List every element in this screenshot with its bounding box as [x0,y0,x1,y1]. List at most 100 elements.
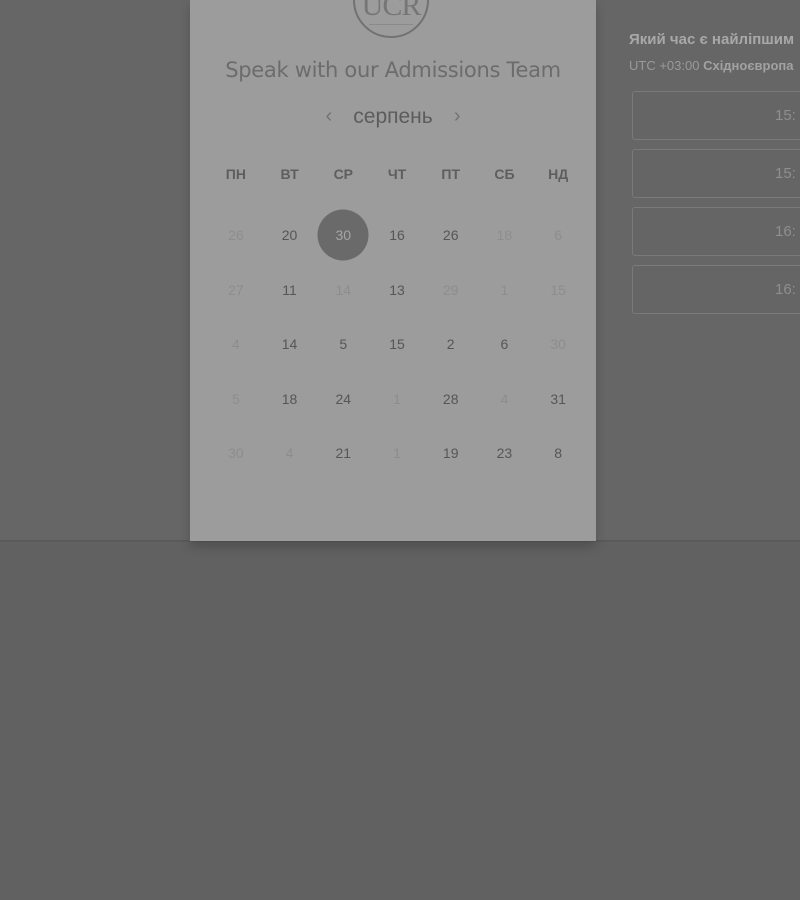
calendar-day[interactable]: 13 [370,263,424,318]
calendar-day[interactable]: 28 [424,372,478,427]
calendar-day-label: 31 [550,390,566,407]
calendar-day: 1 [370,372,424,427]
calendar-day-label: 20 [281,227,298,244]
calendar-day[interactable]: 15 [370,317,424,372]
calendar-day: 30 [531,317,585,372]
calendar-day-label: 1 [393,390,401,407]
calendar-days-grid: 26 20 30 16 26 18 6 27 11 14 13 29 1 15 4 14 5 15 2 6 30 5 18 2… [209,208,585,481]
calendar-day: 1 [478,263,532,318]
time-slot-button[interactable]: 15: [632,149,800,198]
calendar-day-label: 6 [554,227,563,244]
calendar-day[interactable]: 14 [263,317,317,372]
calendar-day[interactable]: 8 [531,426,585,481]
calendar-day-label: 8 [554,445,563,462]
weekday-sat: СБ [494,166,515,182]
calendar-day: 4 [478,372,532,427]
time-picker-title: Який час є найліпшим [629,31,795,48]
calendar-day-label: 26 [442,227,459,244]
calendar-day-label: 1 [500,281,509,298]
calendar-day-label: 5 [339,336,348,353]
weekday-thu: ЧТ [387,166,407,182]
calendar-day-label: 4 [231,336,240,353]
calendar-day-label: 5 [231,390,240,407]
time-slot-label: 16: [775,281,796,298]
calendar-day: 15 [531,263,585,318]
timezone-offset: UTC +03:00 [629,58,700,73]
calendar-day[interactable]: 18 [263,372,317,427]
calendar-day-label: 2 [446,336,455,353]
calendar-day-label: 13 [389,281,405,298]
calendar-day[interactable]: 23 [478,426,532,481]
calendar-day: 30 [209,426,263,481]
calendar-day: 18 [478,208,532,263]
weekday-mon: ПН [225,166,246,182]
calendar-day-label: 19 [442,445,459,462]
calendar-day: 27 [209,263,263,318]
calendar-day-label: 28 [442,390,459,407]
prev-month-button[interactable]: ‹ [317,105,341,129]
calendar-day: 29 [424,263,478,318]
calendar-day-label: 23 [496,445,513,462]
calendar-day: 1 [370,426,424,481]
timezone-name: Східноєвропа [703,58,794,73]
logo-text: UCR [361,0,422,22]
calendar-day-label: 30 [228,445,244,462]
calendar-day-selected[interactable]: 30 [316,208,370,263]
calendar-day-label: 18 [496,227,513,244]
month-label: серпень [353,105,433,128]
panel-title: Speak with our Admissions Team [225,58,561,82]
calendar-day-label: 14 [335,281,352,298]
calendar-day-label: 4 [500,390,509,407]
calendar-panel: UCR Speak with our Admissions Team ‹ сер… [190,0,596,541]
calendar-day: 5 [209,372,263,427]
calendar-day: 4 [263,426,317,481]
calendar-day-label: 6 [500,336,509,353]
calendar-day[interactable]: 20 [263,208,317,263]
calendar-day[interactable]: 19 [424,426,478,481]
calendar-day: 26 [209,208,263,263]
calendar-day[interactable]: 21 [316,426,370,481]
calendar-day-label: 15 [389,336,405,353]
time-slot-button[interactable]: 15: [632,91,800,140]
calendar-day-label: 26 [228,227,244,244]
weekday-sun: НД [548,166,569,182]
calendar-day-label: 1 [393,445,401,462]
calendar-day-label: 30 [550,336,566,353]
calendar-day[interactable]: 2 [424,317,478,372]
calendar-day[interactable]: 24 [316,372,370,427]
next-month-button[interactable]: › [445,105,469,129]
calendar-day[interactable]: 5 [316,317,370,372]
time-slot-label: 16: [775,223,796,240]
calendar-day[interactable]: 11 [263,263,317,318]
calendar-day: 14 [316,263,370,318]
calendar-day-label: 27 [228,281,244,298]
calendar-day-label: 11 [282,281,297,298]
calendar-day-label: 30 [335,227,352,244]
time-slot-button[interactable]: 16: [632,265,800,314]
calendar-day-label: 16 [389,227,405,244]
weekday-header: ПН ВТ СР ЧТ ПТ СБ НД [209,166,585,182]
month-navigation: ‹ серпень › [190,105,596,133]
time-slot-label: 15: [775,107,796,124]
calendar-day: 4 [209,317,263,372]
ucr-logo: UCR [353,0,429,38]
weekday-wed: СР [333,166,354,182]
calendar-day-label: 4 [285,445,294,462]
calendar-day-label: 18 [281,390,298,407]
calendar-day[interactable]: 6 [478,317,532,372]
time-slot-button[interactable]: 16: [632,207,800,256]
calendar-day-label: 24 [335,390,352,407]
calendar-day-label: 29 [442,281,459,298]
weekday-fri: ПТ [441,166,461,182]
time-slot-label: 15: [775,165,796,182]
calendar-day: 6 [531,208,585,263]
timezone-line[interactable]: UTC +03:00 Східноєвропа [629,58,794,73]
calendar-day[interactable]: 26 [424,208,478,263]
calendar-day[interactable]: 16 [370,208,424,263]
weekday-tue: ВТ [280,166,299,182]
logo-tagline-line [369,24,413,25]
calendar-day[interactable]: 31 [531,372,585,427]
calendar-day-label: 14 [281,336,298,353]
calendar-day-label: 21 [335,445,352,462]
calendar-day-label: 15 [550,281,566,298]
